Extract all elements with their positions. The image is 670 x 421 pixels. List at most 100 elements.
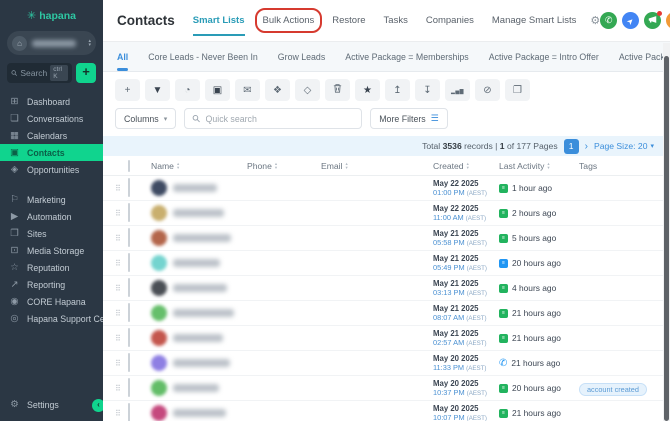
sidebar-search-input[interactable]: Search ctrl K	[7, 63, 72, 83]
sidebar-item-contacts[interactable]: ▣ Contacts	[0, 144, 103, 161]
delete-button[interactable]	[325, 79, 350, 101]
select-all-checkbox[interactable]	[128, 160, 130, 172]
filter-tab-core-leads-never-been-in[interactable]: Core Leads - Never Been In	[148, 43, 258, 71]
pie-button[interactable]: ◔	[175, 79, 200, 101]
sidebar-item-sites[interactable]: ❐ Sites	[0, 225, 103, 242]
row-checkbox[interactable]	[128, 303, 130, 322]
drag-handle-icon[interactable]: ⠿	[115, 334, 128, 343]
sidebar-item-opportunities[interactable]: ◈ Opportunities	[0, 161, 103, 178]
last-activity-cell: ≡ 2 hours ago	[499, 208, 579, 218]
row-checkbox[interactable]	[128, 378, 130, 397]
row-checkbox[interactable]	[128, 353, 130, 372]
location-name-redacted	[32, 40, 76, 47]
header-tab-smart-lists[interactable]: Smart Lists	[193, 9, 245, 32]
drag-handle-icon[interactable]: ⠿	[115, 234, 128, 243]
add-tag-button[interactable]: ❖	[265, 79, 290, 101]
message-green-icon: ≡	[499, 309, 508, 318]
sort-icon[interactable]: ▴▾	[547, 162, 549, 169]
sidebar-item-conversations[interactable]: ❏ Conversations	[0, 110, 103, 127]
sidebar-item-hapana-support-center[interactable]: ◎ Hapana Support Center	[0, 310, 103, 327]
scrollbar-thumb[interactable]	[664, 56, 669, 421]
announcement-button[interactable]	[644, 12, 661, 29]
table-row[interactable]: ⠿ May 21 2025 08:07 AM (AEST) ≡ 21 hours…	[103, 301, 670, 326]
header-tab-manage-smart-lists[interactable]: Manage Smart Lists	[492, 9, 576, 32]
sort-icon[interactable]: ▴▾	[346, 162, 348, 169]
bell-button[interactable]	[666, 12, 670, 29]
header-tab-restore[interactable]: Restore	[332, 9, 365, 32]
drag-handle-icon[interactable]: ⠿	[115, 384, 128, 393]
message-button[interactable]: ▣	[205, 79, 230, 101]
row-checkbox[interactable]	[128, 228, 130, 247]
drag-handle-icon[interactable]: ⠿	[115, 184, 128, 193]
sidebar-item-dashboard[interactable]: ⊞ Dashboard	[0, 93, 103, 110]
export-button[interactable]: ↧	[415, 79, 440, 101]
sidebar-item-label: Automation	[27, 212, 72, 222]
block-button[interactable]: ⊘	[475, 79, 500, 101]
table-row[interactable]: ⠿ May 20 2025 11:33 PM (AEST) ✆ 21 hours…	[103, 351, 670, 376]
columns-button[interactable]: Columns ▾	[115, 108, 176, 129]
sidebar-item-marketing[interactable]: ⚐ Marketing	[0, 191, 103, 208]
table-row[interactable]: ⠿ May 21 2025 03:13 PM (AEST) ≡ 4 hours …	[103, 276, 670, 301]
header-tab-companies[interactable]: Companies	[426, 9, 474, 32]
drag-handle-icon[interactable]: ⠿	[115, 359, 128, 368]
drag-handle-icon[interactable]: ⠿	[115, 309, 128, 318]
header-tab-tasks[interactable]: Tasks	[384, 9, 408, 32]
email-button[interactable]: ✉	[235, 79, 260, 101]
sidebar-item-core-hapana[interactable]: ◉ CORE Hapana	[0, 293, 103, 310]
row-checkbox[interactable]	[128, 328, 130, 347]
table-row[interactable]: ⠿ May 22 2025 11:00 AM (AEST) ≡ 2 hours …	[103, 201, 670, 226]
add-contact-button[interactable]: +	[115, 79, 140, 101]
sort-icon[interactable]: ▴▾	[275, 162, 277, 169]
row-checkbox[interactable]	[128, 253, 130, 272]
drag-handle-icon[interactable]: ⠿	[115, 409, 128, 418]
table-row[interactable]: ⠿ May 21 2025 02:57 AM (AEST) ≡ 21 hours…	[103, 326, 670, 351]
table-row[interactable]: ⠿ May 21 2025 05:49 PM (AEST) ≡ 20 hours…	[103, 251, 670, 276]
location-selector[interactable]: ⌂ ▴▾	[7, 31, 96, 55]
table-row[interactable]: ⠿ May 20 2025 10:37 PM (AEST) ≡ 20 hours…	[103, 376, 670, 401]
row-checkbox[interactable]	[128, 203, 130, 222]
drag-handle-icon[interactable]: ⠿	[115, 284, 128, 293]
page-size-dropdown[interactable]: Page Size: 20 ▾	[594, 141, 654, 151]
sidebar-item-automation[interactable]: ▶ Automation	[0, 208, 103, 225]
duplicate-button[interactable]: ❐	[505, 79, 530, 101]
phone-button[interactable]: ✆	[600, 12, 617, 29]
sidebar-item-calendars[interactable]: ▦ Calendars	[0, 127, 103, 144]
row-checkbox[interactable]	[128, 278, 130, 297]
sort-icon[interactable]: ▴▾	[467, 162, 469, 169]
column-header-email[interactable]: Email	[321, 161, 343, 171]
table-row[interactable]: ⠿ May 20 2025 10:07 PM (AEST) ≡ 21 hours…	[103, 401, 670, 421]
import-button[interactable]: ↥	[385, 79, 410, 101]
page-number-button[interactable]: 1	[564, 139, 579, 154]
remove-tag-button[interactable]: ◇	[295, 79, 320, 101]
filter-tab-active-package-intro-offer[interactable]: Active Package = Intro Offer	[489, 43, 599, 71]
sort-icon[interactable]: ▴▾	[177, 162, 179, 169]
column-header-created[interactable]: Created	[433, 161, 464, 171]
filter-tab-active-package-memberships[interactable]: Active Package = Memberships	[345, 43, 468, 71]
row-checkbox[interactable]	[128, 178, 130, 197]
column-header-name[interactable]: Name	[151, 161, 174, 171]
tabs-gear-icon[interactable]: ⚙	[590, 14, 600, 27]
star-button[interactable]: ★	[355, 79, 380, 101]
vertical-scrollbar[interactable]	[663, 43, 670, 421]
sidebar-item-reporting[interactable]: ↗ Reporting	[0, 276, 103, 293]
filter-tab-all[interactable]: All	[117, 43, 128, 71]
quick-add-button[interactable]: +	[76, 63, 96, 83]
sidebar-item-reputation[interactable]: ☆ Reputation	[0, 259, 103, 276]
sidebar-item-settings[interactable]: ⚙ Settings	[0, 396, 103, 413]
rocket-button[interactable]: ➤	[622, 12, 639, 29]
header-tab-bulk-actions[interactable]: Bulk Actions	[263, 9, 315, 32]
chart-button[interactable]: ▂▅▇	[445, 79, 470, 101]
table-row[interactable]: ⠿ May 22 2025 01:00 PM (AEST) ≡ 1 hour a…	[103, 176, 670, 201]
column-header-phone[interactable]: Phone	[247, 161, 272, 171]
filter-button[interactable]: ▼	[145, 79, 170, 101]
sidebar-item-media-storage[interactable]: ⊡ Media Storage	[0, 242, 103, 259]
drag-handle-icon[interactable]: ⠿	[115, 259, 128, 268]
next-page-button[interactable]: ›	[585, 141, 588, 152]
drag-handle-icon[interactable]: ⠿	[115, 209, 128, 218]
column-header-last-activity[interactable]: Last Activity	[499, 161, 544, 171]
table-row[interactable]: ⠿ May 21 2025 05:58 PM (AEST) ≡ 5 hours …	[103, 226, 670, 251]
quick-search-input[interactable]	[206, 114, 355, 124]
filter-tab-grow-leads[interactable]: Grow Leads	[278, 43, 325, 71]
row-checkbox[interactable]	[128, 403, 130, 421]
more-filters-button[interactable]: More Filters ☰	[370, 108, 448, 129]
